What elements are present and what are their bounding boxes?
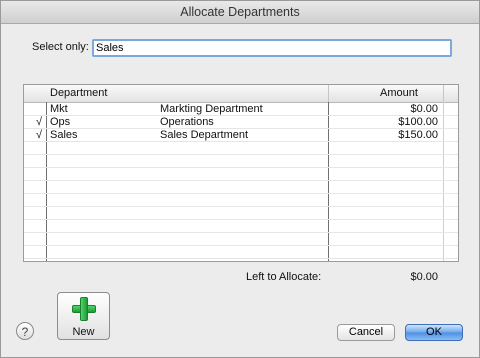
- new-button-label: New: [72, 326, 95, 338]
- amount-value: $150.00: [398, 129, 438, 141]
- department-code: Sales: [50, 129, 78, 141]
- window-title: Allocate Departments: [1, 1, 479, 24]
- empty-table-row[interactable]: [24, 259, 458, 261]
- empty-table-row[interactable]: [24, 168, 458, 181]
- department-description: Sales Department: [160, 129, 249, 141]
- table-row[interactable]: √ Ops Operations $100.00: [24, 116, 458, 129]
- empty-table-row[interactable]: [24, 220, 458, 233]
- amount-value: $0.00: [410, 103, 438, 115]
- empty-table-row[interactable]: [24, 181, 458, 194]
- select-only-label: Select only:: [32, 41, 89, 53]
- cancel-button[interactable]: Cancel: [337, 324, 395, 341]
- help-icon[interactable]: ?: [16, 322, 34, 340]
- ok-button[interactable]: OK: [405, 324, 463, 341]
- row-check-mark: √: [35, 116, 43, 128]
- empty-table-row[interactable]: [24, 142, 458, 155]
- amount-value: $100.00: [398, 116, 438, 128]
- empty-table-row[interactable]: [24, 233, 458, 246]
- plus-icon: [72, 297, 96, 321]
- allocate-departments-dialog: Allocate Departments Select only: Depart…: [0, 0, 480, 358]
- header-separator: [328, 85, 329, 102]
- table-row[interactable]: √ Sales Sales Department $150.00: [24, 129, 458, 142]
- department-code: Ops: [50, 116, 71, 128]
- empty-table-row[interactable]: [24, 155, 458, 168]
- amount-column-header[interactable]: Amount: [380, 87, 418, 99]
- departments-table: Department Amount Mkt Markting Department…: [23, 84, 459, 262]
- table-row[interactable]: Mkt Markting Department $0.00: [24, 103, 458, 116]
- empty-table-row[interactable]: [24, 246, 458, 259]
- row-check-mark: √: [35, 129, 43, 141]
- left-to-allocate-value: $0.00: [410, 271, 438, 283]
- empty-table-row[interactable]: [24, 194, 458, 207]
- table-header: Department Amount: [24, 85, 458, 103]
- department-code: Mkt: [50, 103, 68, 115]
- department-description: Markting Department: [160, 103, 263, 115]
- new-button[interactable]: New: [57, 292, 110, 340]
- department-description: Operations: [160, 116, 214, 128]
- header-separator: [443, 85, 444, 102]
- empty-table-row[interactable]: [24, 207, 458, 220]
- left-to-allocate-label: Left to Allocate:: [246, 271, 322, 283]
- department-column-header[interactable]: Department: [50, 87, 107, 99]
- select-only-input[interactable]: [92, 39, 452, 57]
